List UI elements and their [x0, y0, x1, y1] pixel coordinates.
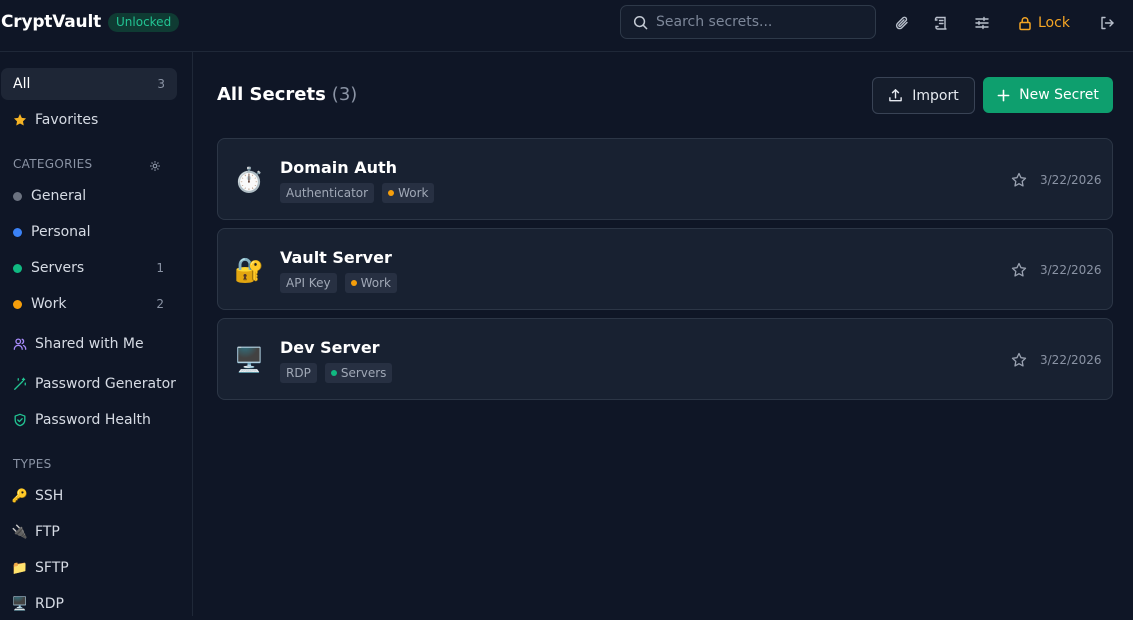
sidebar-item-label: FTP [35, 524, 60, 540]
stopwatch-icon: ⏱️ [234, 166, 264, 194]
sidebar-item-label: SFTP [35, 560, 69, 576]
secret-date: 3/22/2026 [1040, 173, 1102, 187]
sidebar-item-shared[interactable]: Shared with Me [0, 328, 176, 360]
desktop-icon: 🖥️ [11, 596, 29, 612]
secret-category-tag: Work [344, 273, 397, 293]
sidebar-item-label: All [13, 76, 31, 92]
sidebar: All 3 Favorites CATEGORIES General Perso… [0, 52, 193, 616]
search-icon [633, 15, 648, 29]
sidebar-item-all[interactable]: All 3 [1, 68, 177, 100]
gear-icon[interactable] [149, 157, 161, 176]
secret-card[interactable]: 🖥️ Dev Server RDP Servers 3/22/2026 [217, 318, 1113, 400]
folder-icon: 📁 [11, 560, 29, 576]
secret-type-tag: Authenticator [280, 183, 375, 203]
types-header: TYPES [13, 457, 52, 471]
sidebar-item-rdp[interactable]: 🖥️ RDP [0, 588, 176, 620]
sidebar-item-label: Work [31, 296, 67, 312]
sidebar-item-label: Favorites [35, 112, 99, 128]
sidebar-item-label: General [31, 188, 87, 204]
secret-card[interactable]: 🔐 Vault Server API Key Work 3/22/2026 [217, 228, 1113, 310]
lock-label: Lock [1038, 15, 1070, 31]
top-bar: CryptVault Unlocked Lock [0, 0, 1133, 52]
category-tag-label: Work [398, 186, 429, 200]
sidebar-item-label: RDP [35, 596, 64, 612]
scroll-icon[interactable] [931, 12, 953, 34]
import-button[interactable]: Import [872, 77, 975, 114]
category-tag-label: Servers [340, 366, 387, 380]
sidebar-item-favorites[interactable]: Favorites [0, 104, 176, 136]
sidebar-item-label: Password Health [35, 412, 151, 428]
sidebar-item-count: 3 [157, 77, 165, 91]
sidebar-item-work[interactable]: Work 2 [0, 288, 176, 320]
star-icon [13, 113, 27, 127]
lock-icon [1019, 16, 1031, 30]
secret-category-tag: Servers [324, 363, 393, 383]
desktop-computer-icon: 🖥️ [234, 346, 264, 374]
secret-date: 3/22/2026 [1040, 263, 1102, 277]
locked-with-key-icon: 🔐 [234, 256, 264, 284]
category-color-dot [388, 190, 395, 196]
category-color-dot [13, 299, 22, 309]
lock-button[interactable]: Lock [1018, 11, 1070, 35]
secret-name: Domain Auth [280, 158, 397, 177]
category-color-dot [330, 370, 337, 376]
page-title: All Secrets (3) [217, 84, 357, 105]
app-title: CryptVault [1, 12, 101, 32]
category-tag-label: Work [360, 276, 391, 290]
sidebar-item-password-health[interactable]: Password Health [0, 404, 176, 436]
secret-name: Vault Server [280, 248, 392, 267]
plug-icon: 🔌 [11, 524, 29, 540]
sidebar-item-password-generator[interactable]: Password Generator [0, 368, 176, 400]
key-icon: 🔑 [11, 488, 29, 504]
favorite-star-icon[interactable] [1011, 352, 1027, 372]
sidebar-item-count: 1 [156, 261, 164, 275]
upload-icon [889, 89, 903, 102]
sidebar-item-label: Shared with Me [35, 336, 144, 352]
search-box[interactable] [620, 5, 876, 39]
categories-header: CATEGORIES [13, 157, 93, 171]
unlocked-status-badge: Unlocked [108, 13, 180, 32]
secret-name: Dev Server [280, 338, 380, 357]
plus-icon [997, 89, 1010, 101]
sidebar-item-label: Password Generator [35, 376, 176, 392]
sidebar-item-label: Personal [31, 224, 91, 240]
sliders-icon[interactable] [971, 12, 993, 34]
sidebar-item-ssh[interactable]: 🔑 SSH [0, 480, 176, 512]
sidebar-item-count: 2 [156, 297, 164, 311]
category-color-dot [13, 263, 22, 273]
wand-icon [13, 377, 27, 391]
category-color-dot [13, 227, 22, 237]
users-icon [13, 337, 27, 351]
secret-card[interactable]: ⏱️ Domain Auth Authenticator Work 3/22/2… [217, 138, 1113, 220]
category-color-dot [13, 191, 22, 201]
paperclip-icon[interactable] [891, 12, 913, 34]
import-label: Import [912, 87, 959, 104]
new-secret-label: New Secret [1019, 87, 1099, 103]
sidebar-item-servers[interactable]: Servers 1 [0, 252, 176, 284]
sidebar-item-sftp[interactable]: 📁 SFTP [0, 552, 176, 584]
page-title-text: All Secrets [217, 84, 326, 105]
logout-icon[interactable] [1096, 12, 1118, 34]
sidebar-item-personal[interactable]: Personal [0, 216, 176, 248]
category-color-dot [350, 280, 357, 286]
secret-type-tag: API Key [280, 273, 337, 293]
secret-date: 3/22/2026 [1040, 353, 1102, 367]
search-input[interactable] [656, 14, 866, 30]
secret-category-tag: Work [382, 183, 435, 203]
sidebar-item-label: Servers [31, 260, 85, 276]
shield-check-icon [13, 413, 27, 427]
sidebar-item-ftp[interactable]: 🔌 FTP [0, 516, 176, 548]
new-secret-button[interactable]: New Secret [983, 77, 1113, 113]
secret-type-tag: RDP [280, 363, 317, 383]
favorite-star-icon[interactable] [1011, 172, 1027, 192]
sidebar-item-general[interactable]: General [0, 180, 176, 212]
favorite-star-icon[interactable] [1011, 262, 1027, 282]
sidebar-item-label: SSH [35, 488, 64, 504]
secrets-count: (3) [331, 84, 358, 105]
